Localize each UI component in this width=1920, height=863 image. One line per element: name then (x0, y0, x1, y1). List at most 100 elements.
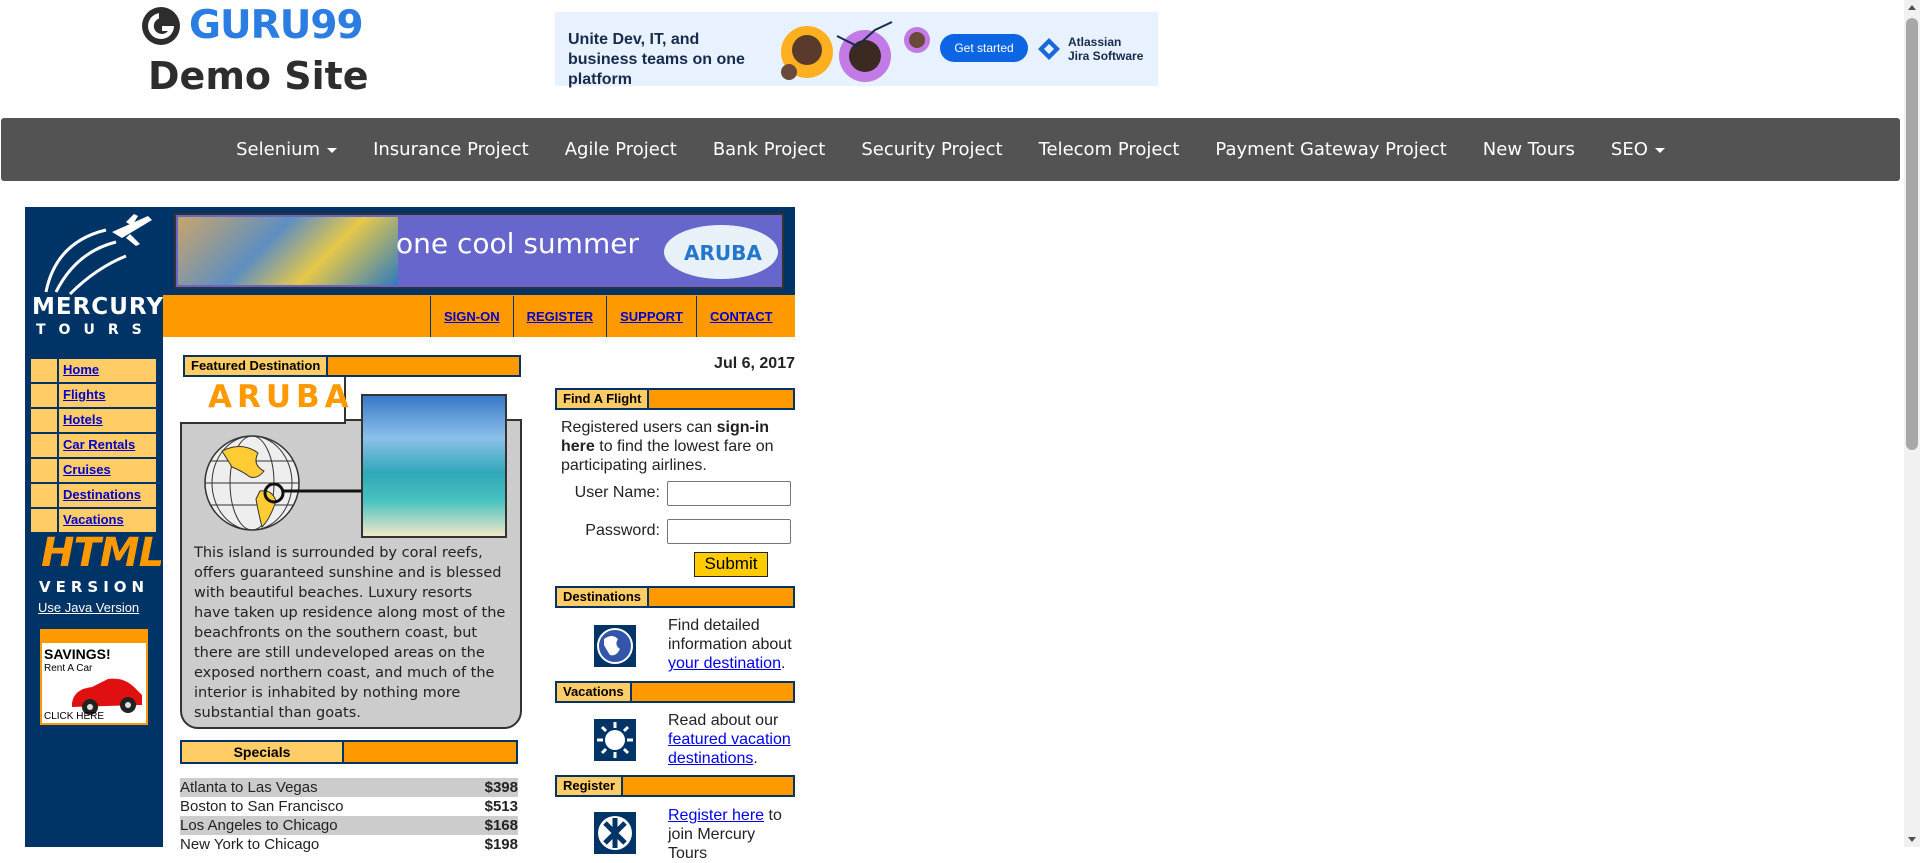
scroll-down-arrow-icon[interactable] (1904, 831, 1920, 847)
sidenav-link-cruises[interactable]: Cruises (63, 462, 111, 477)
sidenav-square (31, 509, 59, 532)
featured-destination-header: Featured Destination (183, 355, 521, 377)
featured-vacation-destinations-link[interactable]: featured vacation destinations (668, 731, 791, 767)
guru99-logo[interactable]: GURU99 Demo Site (141, 4, 381, 99)
find-a-flight-header: Find A Flight (555, 388, 795, 410)
sidenav-square (31, 484, 59, 507)
sidenav-square (31, 384, 59, 407)
chevron-down-icon (327, 147, 338, 153)
savings-cta: CLICK HERE (44, 711, 105, 722)
sidenav-label: Vacations (59, 509, 156, 532)
special-price: $513 (484, 798, 518, 815)
special-price: $198 (484, 836, 518, 853)
nav-seo[interactable]: SEO (1593, 118, 1683, 181)
savings-title: SAVINGS! (44, 646, 111, 662)
savings-rent-a-car-ad[interactable]: SAVINGS! Rent A Car CLICK HERE (40, 629, 148, 725)
toplink-contact-cell: CONTACT (695, 296, 786, 337)
guru99-brand-text: GURU99 (189, 3, 364, 48)
specials-row: Los Angeles to Chicago $168 (180, 816, 518, 835)
special-route: Los Angeles to Chicago (180, 817, 338, 834)
scrollbar-thumb[interactable] (1906, 18, 1918, 450)
one-cool-summer-banner[interactable]: one cool summer ARUBA (174, 213, 784, 289)
vacations-header: Vacations (555, 681, 795, 703)
sidenav-item-car-rentals: Car Rentals (30, 433, 157, 458)
sign-on-link[interactable]: SIGN-ON (444, 309, 500, 324)
destinations-header: Destinations (555, 586, 795, 608)
nav-selenium[interactable]: Selenium (218, 118, 355, 181)
sidenav-link-hotels[interactable]: Hotels (63, 412, 103, 427)
toplink-sign-on-cell: SIGN-ON (430, 296, 513, 337)
featured-destination-description: This island is surrounded by coral reefs… (194, 545, 506, 721)
sidenav-square (31, 459, 59, 482)
special-route: New York to Chicago (180, 836, 320, 853)
main-navbar: Selenium Insurance Project Agile Project… (1, 118, 1900, 181)
sidenav-item-home: Home (30, 358, 157, 383)
contact-link[interactable]: CONTACT (710, 309, 773, 324)
nav-insurance-project[interactable]: Insurance Project (355, 118, 547, 181)
specials-header: Specials (180, 740, 518, 764)
aruba-logo: ARUBA (664, 225, 778, 279)
html-version-small-text: VERSION (39, 578, 150, 596)
banner-text: one cool summer (396, 227, 639, 260)
submit-button[interactable]: Submit (694, 552, 768, 577)
special-route: Atlanta to Las Vegas (180, 779, 318, 796)
toplink-support-cell: SUPPORT (606, 296, 696, 337)
aruba-beach-photo (361, 394, 507, 538)
globe-icon (204, 435, 366, 531)
destinations-title: Destinations (555, 586, 648, 608)
guru99-logo-icon (142, 7, 180, 45)
nav-agile-project[interactable]: Agile Project (547, 118, 695, 181)
mercury-tours-logo[interactable]: MERCURY TOURS (30, 212, 163, 342)
nav-new-tours[interactable]: New Tours (1465, 118, 1593, 181)
password-input[interactable] (667, 519, 791, 544)
site-subtitle: Demo Site (148, 54, 369, 98)
destinations-text-pre: Find detailed information about (668, 617, 792, 653)
mercury-top-links: SIGN-ON REGISTER SUPPORT CONTACT (430, 296, 786, 337)
sidenav-label: Home (59, 359, 156, 382)
ad-headline: Unite Dev, IT, and business teams on one… (568, 31, 745, 88)
nav-bank-project[interactable]: Bank Project (695, 118, 844, 181)
sidenav-link-vacations[interactable]: Vacations (63, 512, 124, 527)
sidenav-link-flights[interactable]: Flights (63, 387, 106, 402)
register-here-link[interactable]: Register here (668, 807, 764, 824)
vacations-text: Read about our featured vacation destina… (668, 711, 795, 768)
sidenav-link-destinations[interactable]: Destinations (63, 487, 141, 502)
use-java-version-link[interactable]: Use Java Version (38, 600, 139, 615)
sidenav-link-home[interactable]: Home (63, 362, 99, 377)
sidenav-label: Flights (59, 384, 156, 407)
aruba-logo-text: ARUBA (684, 241, 762, 265)
chevron-down-icon (1654, 147, 1665, 153)
tab-header-fill (647, 388, 795, 410)
sidenav-label: Hotels (59, 409, 156, 432)
featured-destination-name: ARUBA (208, 379, 354, 415)
find-a-flight-text: Registered users can sign-in here to fin… (561, 418, 795, 475)
ad-get-started-button[interactable]: Get started (940, 34, 1028, 62)
nav-payment-gateway-project[interactable]: Payment Gateway Project (1197, 118, 1464, 181)
sidenav-item-cruises: Cruises (30, 458, 157, 483)
html-version-badge: HTML VERSION (33, 530, 164, 600)
specials-table: Atlanta to Las Vegas $398 Boston to San F… (180, 778, 518, 854)
register-text: Register here to join Mercury Tours (668, 806, 795, 863)
scroll-up-arrow-icon[interactable] (1904, 0, 1920, 16)
destinations-text: Find detailed information about your des… (668, 616, 795, 673)
sidenav-link-car-rentals[interactable]: Car Rentals (63, 437, 135, 452)
nav-security-project[interactable]: Security Project (843, 118, 1020, 181)
ad-brand-logo: Atlassian Jira Software (1038, 32, 1150, 66)
nav-telecom-project[interactable]: Telecom Project (1021, 118, 1198, 181)
ad-brand-text: Atlassian Jira Software (1068, 35, 1144, 63)
user-name-input[interactable] (667, 481, 791, 506)
tab-header-fill (326, 355, 521, 377)
ad-people-illustration (781, 21, 930, 82)
current-date: Jul 6, 2017 (714, 355, 795, 372)
page-scrollbar[interactable] (1904, 0, 1920, 847)
register-star-icon (594, 812, 636, 854)
vacations-title: Vacations (555, 681, 630, 703)
ad-banner[interactable]: Unite Dev, IT, and business teams on one… (555, 12, 1158, 88)
your-destination-link[interactable]: your destination (668, 655, 781, 672)
register-link[interactable]: REGISTER (527, 309, 593, 324)
specials-title: Specials (180, 740, 344, 764)
sidenav-item-destinations: Destinations (30, 483, 157, 508)
support-link[interactable]: SUPPORT (620, 309, 683, 324)
special-price: $398 (484, 779, 518, 796)
featured-destination-title: Featured Destination (183, 355, 327, 377)
